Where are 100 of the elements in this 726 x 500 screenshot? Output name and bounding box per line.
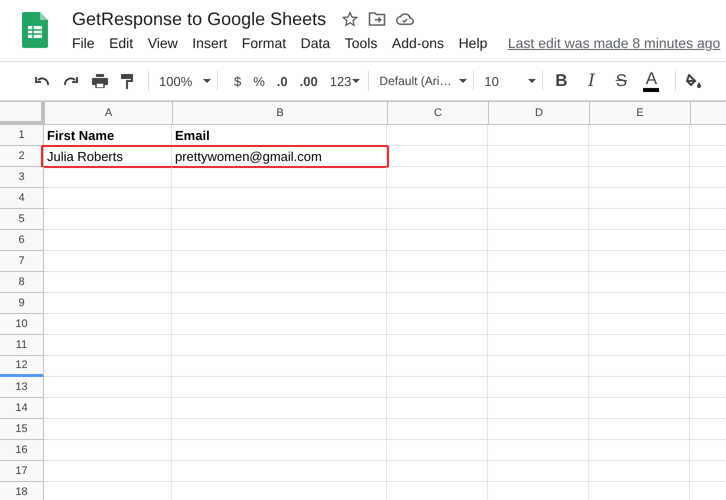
- table-cell[interactable]: [589, 167, 690, 188]
- table-cell[interactable]: [172, 167, 387, 188]
- menu-item[interactable]: Help: [458, 35, 488, 51]
- currency-button[interactable]: $: [234, 74, 242, 88]
- table-cell[interactable]: [387, 209, 488, 230]
- table-cell[interactable]: [172, 356, 387, 377]
- last-edit-link[interactable]: Last edit was made 8 minutes ago: [508, 35, 720, 51]
- menu-item[interactable]: View: [148, 35, 178, 51]
- table-cell[interactable]: [387, 167, 488, 188]
- table-cell[interactable]: [488, 440, 589, 461]
- table-cell[interactable]: [172, 314, 387, 335]
- table-cell[interactable]: [589, 398, 690, 419]
- table-cell[interactable]: [488, 146, 589, 167]
- table-cell[interactable]: [589, 335, 690, 356]
- table-cell[interactable]: [589, 377, 690, 398]
- table-cell[interactable]: [387, 272, 488, 293]
- font-size-dropdown[interactable]: 10: [484, 74, 536, 88]
- table-cell[interactable]: [172, 293, 387, 314]
- redo-icon[interactable]: [63, 76, 79, 86]
- print-icon[interactable]: [92, 74, 108, 88]
- table-cell[interactable]: [44, 251, 172, 272]
- table-cell[interactable]: [387, 314, 488, 335]
- table-cell[interactable]: [172, 251, 387, 272]
- table-cell[interactable]: [44, 230, 172, 251]
- row-header[interactable]: 2: [0, 146, 44, 167]
- menu-item[interactable]: Add-ons: [392, 35, 444, 51]
- decrease-decimals-button[interactable]: .0: [276, 74, 288, 88]
- row-header[interactable]: 8: [0, 272, 44, 293]
- table-cell[interactable]: [488, 461, 589, 482]
- table-cell[interactable]: [44, 440, 172, 461]
- table-cell[interactable]: [387, 146, 488, 167]
- table-cell[interactable]: [172, 377, 387, 398]
- strike-button[interactable]: S: [613, 71, 630, 91]
- row-header[interactable]: 15: [0, 419, 44, 440]
- table-cell[interactable]: [44, 356, 172, 377]
- table-cell[interactable]: [589, 251, 690, 272]
- color-button[interactable]: A: [643, 70, 660, 92]
- table-cell[interactable]: [488, 188, 589, 209]
- cloud-icon[interactable]: [396, 12, 414, 26]
- table-cell[interactable]: [172, 398, 387, 419]
- table-cell[interactable]: [589, 272, 690, 293]
- table-cell[interactable]: [488, 377, 589, 398]
- menu-item[interactable]: Data: [300, 35, 330, 51]
- menu-item[interactable]: Edit: [109, 35, 134, 51]
- paint-roller-icon[interactable]: [121, 74, 133, 88]
- table-cell[interactable]: [589, 440, 690, 461]
- menu-item[interactable]: Tools: [344, 35, 378, 51]
- row-header[interactable]: 14: [0, 398, 44, 419]
- table-cell[interactable]: [44, 314, 172, 335]
- undo-icon[interactable]: [34, 76, 50, 86]
- column-header[interactable]: B: [173, 102, 388, 125]
- table-cell[interactable]: [387, 293, 488, 314]
- table-cell[interactable]: [488, 335, 589, 356]
- table-cell[interactable]: [172, 335, 387, 356]
- table-cell[interactable]: [488, 398, 589, 419]
- row-header[interactable]: 4: [0, 188, 44, 209]
- table-cell[interactable]: [44, 335, 172, 356]
- table-cell[interactable]: [387, 440, 488, 461]
- italic-button[interactable]: I: [583, 71, 600, 91]
- increase-decimals-button[interactable]: .00: [300, 74, 318, 88]
- table-cell[interactable]: [172, 461, 387, 482]
- table-cell[interactable]: [172, 272, 387, 293]
- star-icon[interactable]: [342, 11, 358, 27]
- table-cell[interactable]: [488, 356, 589, 377]
- table-cell[interactable]: [387, 335, 488, 356]
- table-cell[interactable]: [488, 314, 589, 335]
- row-header[interactable]: 16: [0, 440, 44, 461]
- table-cell[interactable]: [589, 125, 690, 146]
- table-cell[interactable]: [387, 230, 488, 251]
- table-cell[interactable]: [387, 377, 488, 398]
- folder-icon[interactable]: [368, 11, 386, 27]
- row-header[interactable]: 1: [0, 125, 44, 146]
- spreadsheet-logo-icon[interactable]: [22, 12, 48, 48]
- table-cell[interactable]: [589, 209, 690, 230]
- table-cell[interactable]: [387, 188, 488, 209]
- row-header[interactable]: 6: [0, 230, 44, 251]
- select-all-corner[interactable]: [0, 102, 45, 125]
- row-header[interactable]: 12: [0, 356, 44, 377]
- table-cell[interactable]: [488, 293, 589, 314]
- row-header[interactable]: 5: [0, 209, 44, 230]
- table-cell[interactable]: [589, 293, 690, 314]
- table-cell[interactable]: [488, 251, 589, 272]
- table-cell[interactable]: [44, 398, 172, 419]
- table-cell[interactable]: [589, 461, 690, 482]
- table-cell[interactable]: [44, 461, 172, 482]
- table-cell[interactable]: [44, 209, 172, 230]
- table-cell[interactable]: [589, 314, 690, 335]
- column-header[interactable]: C: [388, 102, 489, 125]
- row-header[interactable]: 7: [0, 251, 44, 272]
- column-header[interactable]: E: [590, 102, 691, 125]
- bold-button[interactable]: B: [553, 71, 570, 91]
- table-cell[interactable]: [387, 251, 488, 272]
- table-cell[interactable]: [172, 419, 387, 440]
- table-cell[interactable]: [387, 398, 488, 419]
- row-header[interactable]: 3: [0, 167, 44, 188]
- row-header[interactable]: 11: [0, 335, 44, 356]
- table-cell[interactable]: [589, 356, 690, 377]
- table-cell[interactable]: [488, 230, 589, 251]
- table-cell[interactable]: [387, 356, 488, 377]
- table-cell[interactable]: [44, 272, 172, 293]
